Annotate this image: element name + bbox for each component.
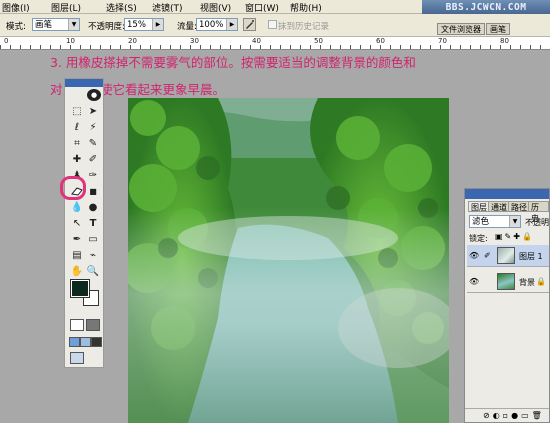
eye-icon[interactable]: 👁 [469, 251, 479, 260]
menu-help[interactable]: 帮助(H) [290, 1, 322, 14]
layer-thumbnail [497, 273, 515, 290]
magic-wand-icon[interactable]: ⚡ [86, 121, 100, 135]
ruler-label: 40 [252, 37, 261, 45]
mode-select[interactable]: 画笔 ▼ [32, 18, 80, 31]
tab-layers[interactable]: 图层 [468, 201, 490, 212]
eye-icon[interactable]: 👁 [469, 277, 479, 286]
opacity-input[interactable]: 15% ▶ [124, 18, 164, 31]
ruler-label: 10 [66, 37, 75, 45]
shape-icon[interactable]: ▭ [86, 233, 100, 247]
eraser-highlight-ring [60, 176, 86, 200]
history-brush-icon[interactable]: ✑ [86, 169, 100, 183]
tab-paths[interactable]: 路径 [508, 201, 530, 212]
standard-mode-icon[interactable] [70, 319, 84, 331]
opacity-label: 不透明度: [88, 22, 125, 32]
ruler-label: 20 [128, 37, 137, 45]
hand-icon[interactable]: ✋ [70, 265, 84, 279]
chevron-right-icon: ▶ [226, 19, 237, 30]
dodge-icon[interactable]: ● [86, 201, 100, 215]
quick-mask-icon[interactable] [86, 319, 100, 331]
blend-mode-value: 滤色 [472, 217, 490, 227]
tab-history[interactable]: 历史 [528, 201, 549, 223]
chevron-right-icon: ▶ [152, 19, 163, 30]
flow-label: 流量: [177, 22, 197, 32]
layer-thumbnail [497, 247, 515, 264]
healing-brush-icon[interactable]: ✚ [70, 153, 84, 167]
chevron-down-icon: ▼ [68, 19, 79, 30]
opacity-value: 15% [127, 20, 146, 30]
layer-name: 图层 1 [519, 252, 543, 261]
layer-row[interactable]: 👁 ✐ 图层 1 [467, 245, 549, 267]
foreground-color-swatch[interactable] [70, 279, 90, 298]
layers-panel-title-bar[interactable] [465, 189, 549, 199]
lock-label: 锁定: [469, 234, 488, 243]
menu-window[interactable]: 窗口(W) [245, 1, 279, 14]
path-select-icon[interactable]: ↖ [70, 217, 84, 231]
flow-input[interactable]: 100% ▶ [196, 18, 238, 31]
brush-link-icon: ✐ [484, 251, 491, 260]
erase-history-label: 抹到历史记录 [278, 22, 330, 32]
tool-options-bar: 模式: 画笔 ▼ 不透明度: 15% ▶ 流量: 100% ▶ 抹到历史记录 文… [0, 14, 550, 37]
ruler-label: 80 [500, 37, 509, 45]
slice-icon[interactable]: ✎ [86, 137, 100, 151]
horizontal-ruler: 0 10 20 30 40 50 60 70 80 [0, 37, 550, 50]
chevron-down-icon: ▼ [509, 216, 520, 227]
layers-footer-actions[interactable]: ⊘◐▫●▭🗑 [465, 408, 549, 422]
menu-bar: 图像(I) 图层(L) 选择(S) 滤镜(T) 视图(V) 窗口(W) 帮助(H… [0, 0, 550, 16]
layer-name: 背景 [519, 278, 535, 287]
document-canvas[interactable] [128, 98, 449, 423]
zoom-icon[interactable]: 🔍 [86, 265, 100, 279]
menu-layer[interactable]: 图层(L) [51, 1, 81, 14]
menu-view[interactable]: 视图(V) [200, 1, 231, 14]
ruler-label: 0 [4, 37, 9, 45]
flow-value: 100% [199, 20, 224, 30]
eyedropper-icon[interactable]: ⌁ [86, 249, 100, 263]
move-icon[interactable]: ➤ [86, 105, 100, 119]
pen-icon[interactable]: ✒ [70, 233, 84, 247]
menu-image[interactable]: 图像(I) [2, 1, 30, 14]
forest-river-photo [128, 98, 449, 423]
ruler-label: 60 [376, 37, 385, 45]
screen-mode-standard-icon[interactable] [69, 337, 80, 347]
layer-row[interactable]: 👁 背景 🔒 [467, 271, 549, 293]
gradient-icon[interactable]: ■ [86, 185, 100, 199]
ruler-label: 50 [314, 37, 323, 45]
type-icon[interactable]: T [86, 217, 100, 231]
mode-value: 画笔 [35, 20, 53, 30]
blend-mode-select[interactable]: 滤色 ▼ [469, 215, 521, 228]
brush-icon[interactable]: ✐ [86, 153, 100, 167]
menu-filter[interactable]: 滤镜(T) [152, 1, 183, 14]
crop-icon[interactable]: ⌗ [70, 137, 84, 151]
notes-icon[interactable]: ▤ [70, 249, 84, 263]
airbrush-toggle[interactable] [243, 18, 256, 31]
screen-mode-full-icon[interactable] [91, 337, 102, 347]
adobe-logo-icon[interactable]: ● [87, 89, 101, 101]
erase-history-checkbox[interactable] [268, 20, 277, 29]
screen-mode-full-menu-icon[interactable] [80, 337, 91, 347]
instruction-line-1: 3. 用橡皮搽掉不需要雾气的部位。按需要适当的调整背景的颜色和 [50, 55, 416, 70]
airbrush-icon [246, 20, 254, 29]
tab-brushes[interactable]: 画笔 [486, 23, 510, 35]
toolbox-title-bar[interactable] [65, 79, 103, 87]
layers-panel: 图层 通道 路径 历史 滤色 ▼ 不透明 锁定: ▣✎✚🔒 👁 ✐ 图层 1 👁… [464, 188, 550, 423]
marquee-icon[interactable]: ⬚ [70, 105, 84, 119]
menu-select[interactable]: 选择(S) [106, 1, 137, 14]
lasso-icon[interactable]: ℓ [70, 121, 84, 135]
lock-options-icon[interactable]: ▣✎✚🔒 [495, 232, 534, 241]
ruler-label: 70 [438, 37, 447, 45]
tab-channels[interactable]: 通道 [488, 201, 510, 212]
toolbox: ● ⬚ ➤ ℓ ⚡ ⌗ ✎ ✚ ✐ ♟ ✑ ■ 💧 ● ↖ T ✒ ▭ ▤ ⌁ … [64, 78, 104, 368]
layer-opacity-label: 不透明 [525, 218, 549, 227]
jump-to-imageready-icon[interactable] [70, 352, 84, 364]
mode-label: 模式: [6, 22, 26, 32]
lock-icon: 🔒 [536, 277, 546, 286]
blur-icon[interactable]: 💧 [70, 201, 84, 215]
ruler-label: 30 [190, 37, 199, 45]
tab-file-browser[interactable]: 文件浏览器 [437, 23, 485, 35]
